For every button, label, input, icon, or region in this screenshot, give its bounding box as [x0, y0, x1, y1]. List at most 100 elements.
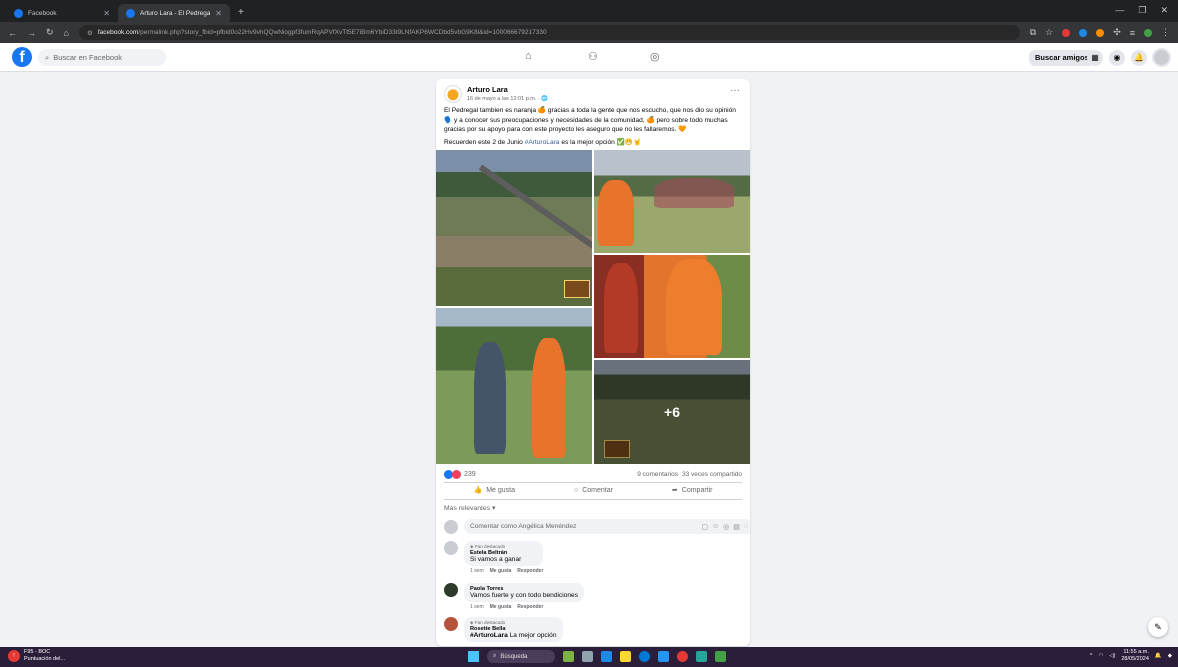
- comment-sort-dropdown[interactable]: Más relevantes ▾: [444, 504, 495, 512]
- share-arrow-icon: ➦: [671, 487, 678, 494]
- facebook-logo-icon[interactable]: f: [12, 47, 32, 67]
- comment-reply-button[interactable]: Responder: [517, 568, 543, 574]
- comment-button[interactable]: ○ Comentar: [574, 486, 613, 494]
- notification-bell-icon[interactable]: 🔔: [1155, 653, 1162, 659]
- comment-meta: 1 sem Me gusta Responder: [470, 604, 584, 610]
- search-icon: ⌕: [45, 52, 50, 62]
- reactions-count: 239: [464, 471, 476, 478]
- home-icon[interactable]: ⌂: [64, 28, 69, 38]
- volume-icon[interactable]: ◁): [1109, 653, 1115, 659]
- commenter-avatar[interactable]: [444, 541, 458, 555]
- comment-text: #ArturoLara La mejor opción: [470, 632, 557, 639]
- wifi-icon[interactable]: ◠: [1099, 653, 1104, 659]
- reactions-summary[interactable]: 239: [444, 470, 476, 479]
- new-tab-icon[interactable]: +: [230, 7, 252, 22]
- back-icon[interactable]: ←: [8, 28, 17, 38]
- find-friends-button[interactable]: Buscar amigos: [1029, 50, 1095, 66]
- site-info-icon[interactable]: ⚙: [87, 29, 93, 37]
- comment-meta: 1 sem Me gusta Responder: [470, 568, 543, 574]
- minimize-icon[interactable]: —: [1115, 5, 1124, 16]
- tab-post[interactable]: Arturo Lara - El Pedregal tambi... ✕: [118, 4, 230, 22]
- author-avatar[interactable]: [444, 85, 462, 103]
- new-message-button[interactable]: ✎: [1148, 617, 1168, 637]
- photo-meeting[interactable]: [436, 308, 592, 464]
- comment-input[interactable]: Comentar como Angélica Menéndez ▢ ☺ ◎ ▤ …: [464, 519, 750, 534]
- badge-icon: ◈: [470, 544, 474, 549]
- edge-browser-icon[interactable]: [639, 651, 650, 662]
- photo-crowd[interactable]: [594, 150, 750, 253]
- sticker-icon[interactable]: ▢: [701, 523, 708, 531]
- os-taskbar: ! F95 - BOC Puntuación del... ⌕ Búsqueda …: [0, 647, 1178, 667]
- maximize-icon[interactable]: ❐: [1138, 5, 1146, 16]
- shares-count[interactable]: 33 veces compartido: [682, 471, 742, 478]
- author-name[interactable]: Arturo Lara: [467, 85, 548, 94]
- menu-grid-icon[interactable]: ▦: [1087, 50, 1103, 66]
- more-options-icon[interactable]: ···: [730, 85, 740, 96]
- profile-avatar[interactable]: [1152, 48, 1171, 67]
- tab-facebook[interactable]: Facebook ✕: [6, 4, 118, 22]
- road-shape: [478, 164, 592, 262]
- extension-icon[interactable]: [1062, 28, 1071, 37]
- hashtag-link[interactable]: #ArturoLara: [525, 139, 560, 146]
- like-label: Me gusta: [486, 486, 515, 494]
- commenter-avatar[interactable]: [444, 583, 458, 597]
- clock[interactable]: 11:55 a.m. 28/05/2024: [1121, 649, 1149, 663]
- post-date[interactable]: 16 de mayo a las 12:01 p.m. · 🌐: [467, 96, 548, 102]
- like-button[interactable]: 👍 Me gusta: [473, 486, 515, 495]
- close-tab-icon[interactable]: ✕: [103, 9, 110, 18]
- file-explorer-icon[interactable]: [620, 651, 631, 662]
- groups-nav-icon[interactable]: ◎: [650, 50, 660, 63]
- comment-like-button[interactable]: Me gusta: [490, 568, 512, 574]
- notifications-bell-icon[interactable]: 🔔: [1131, 50, 1147, 66]
- copilot-icon[interactable]: ◆: [1168, 653, 1172, 659]
- weather-widget[interactable]: ! F95 - BOC Puntuación del...: [8, 649, 65, 663]
- camera-icon[interactable]: ◎: [723, 523, 729, 531]
- close-window-icon[interactable]: ✕: [1160, 5, 1168, 16]
- chrome-browser-icon[interactable]: [677, 651, 688, 662]
- show-hidden-icons-icon[interactable]: ^: [1090, 653, 1093, 659]
- share-button[interactable]: ➦ Compartir: [671, 486, 713, 495]
- photo-aerial-more[interactable]: +6: [594, 360, 750, 464]
- reading-list-icon[interactable]: ≡: [1130, 28, 1135, 38]
- commenter-avatar[interactable]: [444, 617, 458, 631]
- windows-start-icon[interactable]: [468, 651, 479, 662]
- comment-bubble-icon: ○: [573, 486, 579, 494]
- avatar-sticker-icon[interactable]: ◌: [744, 523, 748, 531]
- widgets-icon[interactable]: [601, 651, 612, 662]
- gif-icon[interactable]: ▤: [733, 523, 740, 531]
- photo-greeting[interactable]: [594, 255, 750, 358]
- profile-icon[interactable]: [1144, 28, 1152, 37]
- comments-count[interactable]: 9 comentarios: [637, 471, 678, 478]
- photo-aerial-town[interactable]: [436, 150, 592, 306]
- badge-text: Fan destacado: [474, 544, 506, 549]
- app-icon[interactable]: [696, 651, 707, 662]
- menu-icon[interactable]: ⋮: [1161, 27, 1170, 38]
- close-tab-icon[interactable]: ✕: [215, 9, 222, 18]
- cast-icon[interactable]: ⧉: [1030, 27, 1036, 38]
- app-icon[interactable]: [715, 651, 726, 662]
- hashtag-link[interactable]: #ArturoLara: [470, 632, 508, 639]
- store-icon[interactable]: [658, 651, 669, 662]
- extension-icon[interactable]: [1079, 28, 1088, 37]
- more-photos-overlay[interactable]: +6: [594, 360, 750, 464]
- taskbar-search[interactable]: ⌕ Búsqueda: [487, 650, 555, 663]
- comment-like-button[interactable]: Me gusta: [490, 604, 512, 610]
- comment-time[interactable]: 1 sem: [470, 604, 484, 610]
- love-reaction-icon: [452, 470, 461, 479]
- extension-icon[interactable]: [1096, 28, 1105, 37]
- search-input[interactable]: ⌕ Buscar en Facebook: [38, 49, 166, 66]
- home-nav-icon[interactable]: ⌂: [525, 50, 532, 62]
- task-view-icon[interactable]: [582, 651, 593, 662]
- reload-icon[interactable]: ↻: [46, 27, 54, 38]
- person-shape: [666, 259, 722, 355]
- comment-time[interactable]: 1 sem: [470, 568, 484, 574]
- messenger-icon[interactable]: ◉: [1109, 50, 1125, 66]
- comment-reply-button[interactable]: Responder: [517, 604, 543, 610]
- friends-nav-icon[interactable]: ⚇: [588, 50, 598, 63]
- bookmark-star-icon[interactable]: ☆: [1045, 27, 1053, 38]
- forward-icon[interactable]: →: [27, 28, 36, 38]
- app-icon[interactable]: [563, 651, 574, 662]
- emoji-icon[interactable]: ☺: [712, 523, 719, 531]
- puzzle-icon[interactable]: ✣: [1113, 27, 1121, 38]
- address-bar[interactable]: ⚙ facebook.com /permalink.php?story_fbid…: [78, 25, 1020, 40]
